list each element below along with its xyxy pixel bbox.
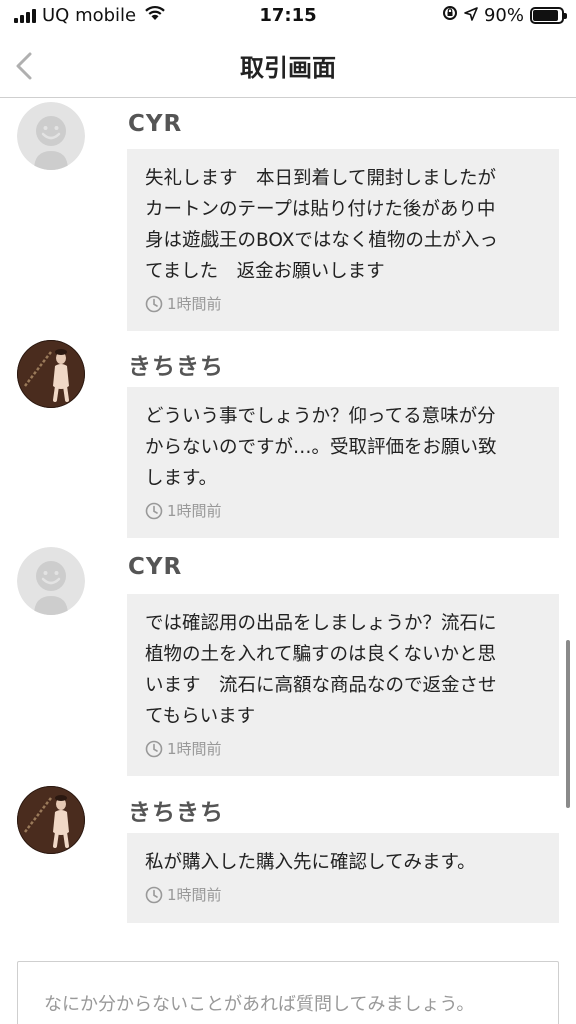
nav-bar: 取引画面 [0, 34, 576, 98]
avatar[interactable] [17, 340, 85, 408]
page-title: 取引画面 [240, 54, 336, 82]
message-text: では確認用の出品をしましょうか？流石に 植物の土を入れて騙すのは良くないかと思 … [145, 613, 497, 727]
question-input[interactable]: なにか分からないことがあれば質問してみましょう。 [17, 961, 559, 1024]
location-icon [464, 5, 478, 26]
status-right: 90% [442, 5, 567, 26]
message-bubble: では確認用の出品をしましょうか？流石に 植物の土を入れて騙すのは良くないかと思 … [127, 594, 559, 776]
battery-percent: 90% [483, 5, 524, 26]
message-bubble: 私が購入した購入先に確認してみます。 1時間前 [127, 833, 559, 923]
avatar [17, 102, 85, 170]
message-time: 1時間前 [167, 886, 222, 904]
message-meta: 1時間前 [145, 293, 541, 314]
clock-icon [145, 502, 163, 519]
orientation-lock-icon [442, 5, 458, 26]
scroll-indicator[interactable] [566, 640, 570, 808]
user-photo-avatar [17, 340, 85, 408]
message-time: 1時間前 [167, 502, 222, 520]
battery-icon [530, 7, 567, 24]
user-photo-avatar [17, 786, 85, 854]
sender-name: CYR [128, 111, 183, 137]
clock-icon [145, 886, 163, 903]
message-bubble: 失礼します 本日到着して開封しましたが カートンのテープは貼り付けた後があり中 … [127, 149, 559, 331]
sender-name: きちきち [128, 800, 224, 826]
message-bubble: どういう事でしょうか？仰ってる意味が分 からないのですが…。受取評価をお願い致 … [127, 387, 559, 538]
avatar [17, 547, 85, 615]
avatar[interactable] [17, 786, 85, 854]
default-avatar-icon [17, 547, 85, 615]
question-input-placeholder: なにか分からないことがあれば質問してみましょう。 [44, 994, 475, 1015]
message-time: 1時間前 [167, 295, 222, 313]
sender-name: CYR [128, 554, 183, 580]
message-meta: 1時間前 [145, 884, 541, 905]
clock-icon [145, 740, 163, 757]
message-time: 1時間前 [167, 740, 222, 758]
sender-name: きちきち [128, 354, 224, 380]
message-text: 失礼します 本日到着して開封しましたが カートンのテープは貼り付けた後があり中 … [145, 168, 498, 282]
message-meta: 1時間前 [145, 738, 541, 759]
message-meta: 1時間前 [145, 500, 541, 521]
message-text: どういう事でしょうか？仰ってる意味が分 からないのですが…。受取評価をお願い致 … [145, 406, 497, 489]
message-text: 私が購入した購入先に確認してみます。 [145, 852, 476, 873]
status-bar: UQ mobile 17:15 90% [0, 0, 576, 34]
clock-icon [145, 295, 163, 312]
default-avatar-icon [17, 102, 85, 170]
